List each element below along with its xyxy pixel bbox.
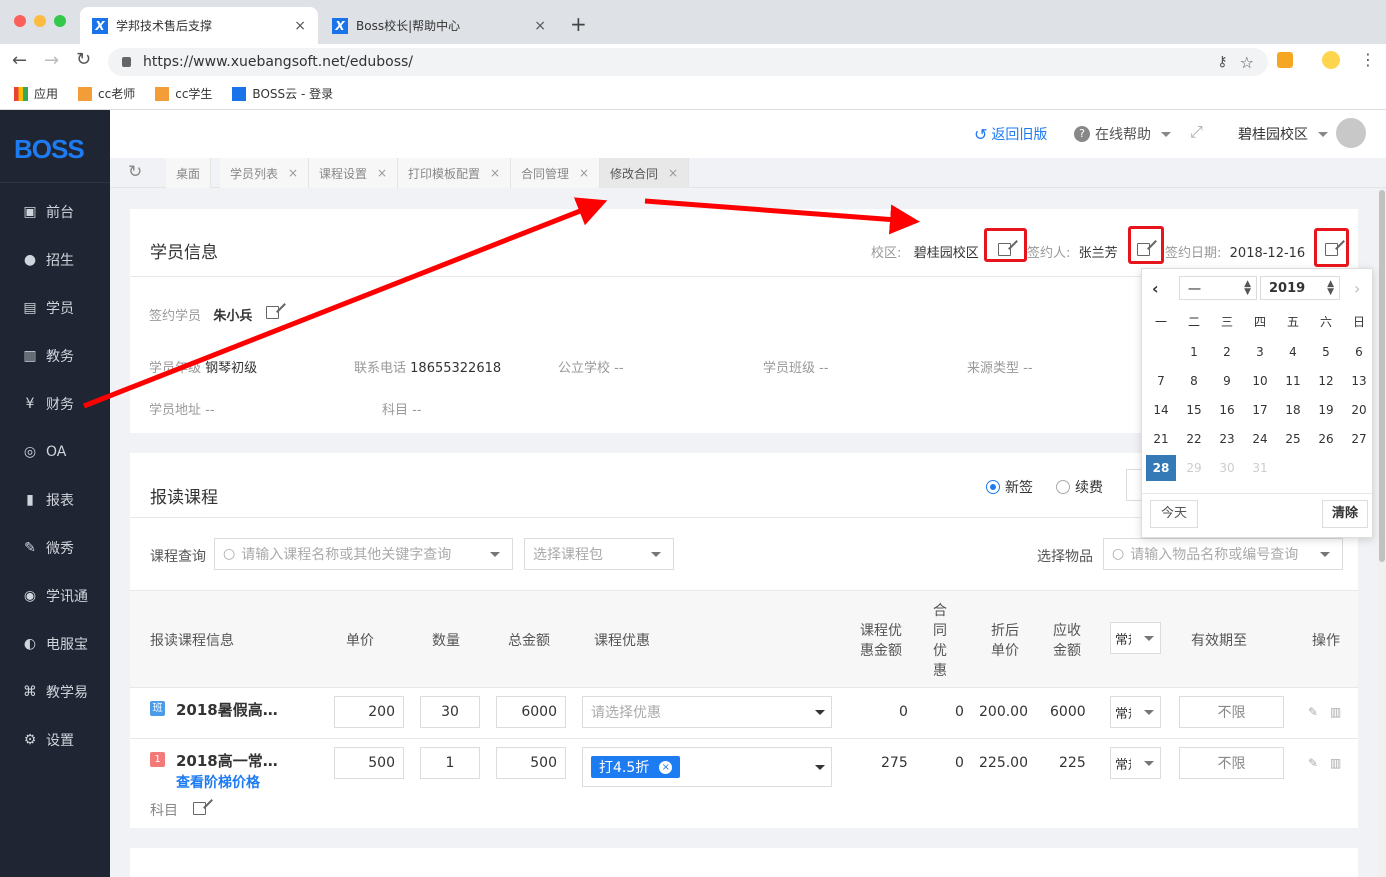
arrow-tab-to-fields — [644, 198, 920, 235]
annotation-arrows — [83, 197, 920, 409]
arrow-finance-to-tab — [83, 197, 608, 409]
